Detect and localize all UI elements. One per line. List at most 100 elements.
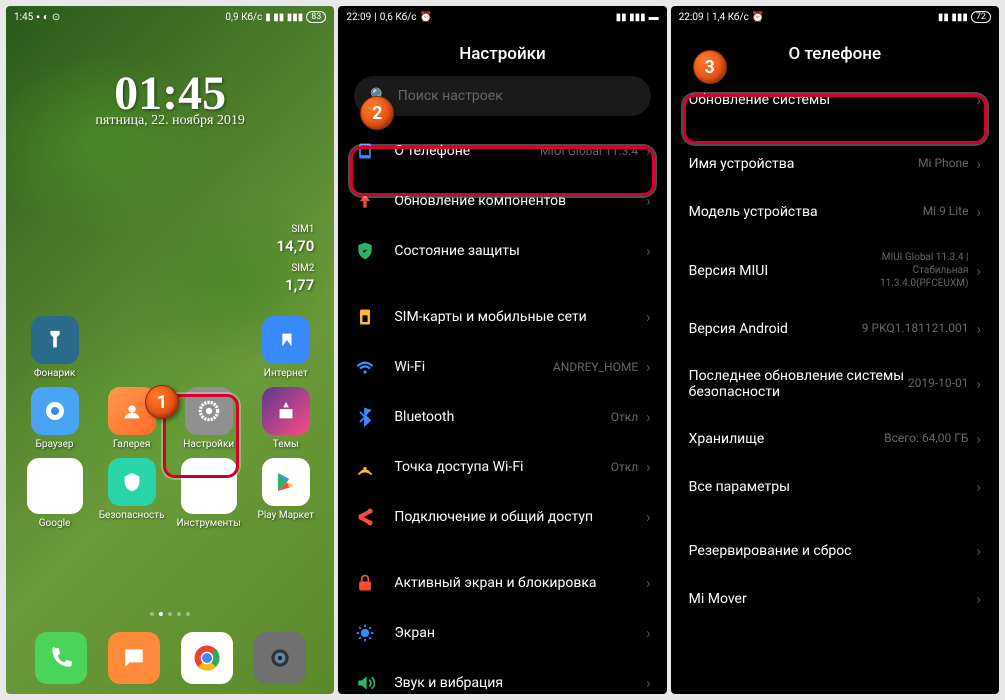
row-label: Версия MIUI: [689, 263, 829, 279]
settings-row[interactable]: Wi-FiANDREY_HOME›: [338, 342, 666, 392]
app-browser[interactable]: Браузер: [20, 387, 89, 450]
row-label: SIM-карты и мобильные сети: [394, 309, 638, 325]
chevron-right-icon: ›: [646, 242, 651, 260]
chevron-right-icon: ›: [646, 574, 651, 592]
chevron-right-icon: ›: [976, 542, 981, 560]
settings-row[interactable]: Состояние защиты ›: [338, 226, 666, 276]
settings-row[interactable]: Подключение и общий доступ›: [338, 492, 666, 542]
row-label: Модель устройства: [689, 204, 923, 220]
row-value: Откл: [611, 410, 638, 424]
camera-app[interactable]: [254, 632, 306, 684]
app-label: Инструменты: [177, 518, 241, 529]
about-row[interactable]: Версия MIUIMIUI Global 11.3.4 | Стабильн…: [671, 236, 999, 305]
settings-panel: 22:09 | 0,6 Кб/с ⏰ ▮▮ ▮▮▮ ▬ Настройки 🔍 …: [338, 6, 666, 694]
settings-row[interactable]: BluetoothОткл ›: [338, 392, 666, 442]
share-icon: [354, 506, 376, 528]
about-row[interactable]: Mi Mover›: [671, 575, 999, 623]
app-google-folder[interactable]: Google: [20, 458, 89, 529]
app-label: Темы: [273, 439, 299, 450]
settings-row[interactable]: Экран ›: [338, 608, 666, 658]
sim1-label: SIM1: [291, 224, 314, 235]
about-row[interactable]: Все параметры›: [671, 463, 999, 511]
page-indicator: [150, 612, 190, 616]
about-list: Обновление системы› Имя устройстваMi Phon…: [671, 76, 999, 623]
hotspot-icon: [354, 456, 376, 478]
chevron-right-icon: ›: [646, 458, 651, 476]
about-row[interactable]: Версия Android9 PKQ1.181121.001›: [671, 305, 999, 353]
app-internet[interactable]: Интернет: [251, 316, 320, 379]
app-label: Браузер: [36, 439, 74, 450]
row-label: Звук и вибрация: [394, 675, 638, 691]
chevron-right-icon: ›: [646, 308, 651, 326]
about-row[interactable]: Резервирование и сброс›: [671, 527, 999, 575]
app-play-store[interactable]: Play Маркет: [251, 458, 320, 529]
settings-row[interactable]: Обновление компонентов›: [338, 176, 666, 226]
about-row[interactable]: Обновление системы›: [671, 76, 999, 124]
row-label: Экран: [394, 625, 638, 641]
chevron-right-icon: ›: [976, 320, 981, 338]
flashlight-icon: [31, 316, 79, 364]
settings-row[interactable]: О телефонеMIUI Global 11.3.4›: [338, 126, 666, 176]
row-label: Подключение и общий доступ: [394, 509, 638, 525]
chevron-right-icon: ›: [646, 142, 651, 160]
about-row[interactable]: ХранилищеВсего: 64,00 ГБ›: [671, 415, 999, 463]
row-value: Mi Phone: [918, 156, 968, 172]
app-security[interactable]: Безопасность: [97, 458, 166, 529]
alarm-icon: ⏰: [420, 12, 432, 23]
chevron-right-icon: ›: [646, 674, 651, 692]
settings-row[interactable]: SIM-карты и мобильные сети ›: [338, 292, 666, 342]
row-label: Wi-Fi: [394, 359, 553, 375]
browser-icon: [31, 387, 79, 435]
app-themes[interactable]: Темы: [251, 387, 320, 450]
row-label: Последнее обновление системы безопасност…: [689, 368, 908, 400]
sim-balance-widget[interactable]: SIM114,70 SIM21,77: [277, 221, 315, 295]
chevron-right-icon: ›: [976, 430, 981, 448]
app-label: Google: [39, 518, 71, 529]
row-value: MIUI Global 11.3.4: [540, 144, 638, 158]
search-input[interactable]: 🔍 Поиск настроек: [354, 76, 650, 116]
row-label: Активный экран и блокировка: [394, 575, 638, 591]
about-row[interactable]: Модель устройстваMi 9 Lite›: [671, 188, 999, 236]
settings-row[interactable]: Звук и вибрация ›: [338, 658, 666, 694]
app-label: Интернет: [264, 368, 308, 379]
chevron-right-icon: ›: [646, 624, 651, 642]
chevron-right-icon: ›: [646, 408, 651, 426]
settings-row[interactable]: Активный экран и блокировка ›: [338, 558, 666, 608]
wifi-icon: [354, 356, 376, 378]
step-badge-2: 2: [360, 96, 394, 130]
about-row[interactable]: Имя устройстваMi Phone ›: [671, 140, 999, 188]
chevron-right-icon: ›: [976, 375, 981, 393]
alarm-icon: ⏰: [752, 12, 764, 23]
display-icon: [354, 622, 376, 644]
battery-icon: 72: [971, 11, 991, 23]
app-flashlight[interactable]: Фонарик: [20, 316, 89, 379]
search-placeholder: Поиск настроек: [398, 88, 503, 104]
dock: [6, 632, 334, 684]
chrome-app[interactable]: [181, 632, 233, 684]
shield-icon: [354, 240, 376, 262]
clock-widget[interactable]: 01:45 пятница, 22. ноября 2019: [95, 66, 244, 129]
app-settings[interactable]: Настройки: [174, 387, 243, 450]
app-label: Настройки: [183, 439, 234, 450]
page-title: Настройки: [338, 28, 666, 76]
chevron-right-icon: ›: [976, 203, 981, 221]
messages-app[interactable]: [108, 632, 160, 684]
row-value: Всего: 64,00 ГБ: [884, 431, 968, 447]
row-label: Все параметры: [689, 479, 969, 495]
row-label: Bluetooth: [394, 409, 610, 425]
about-row[interactable]: Последнее обновление системы безопасност…: [671, 353, 999, 415]
chevron-right-icon: ›: [976, 155, 981, 173]
app-grid: Фонарик Интернет Браузер Галерея Настрой…: [6, 316, 334, 529]
step-badge-1: 1: [145, 385, 179, 419]
sim-icon: [354, 306, 376, 328]
status-time: 22:09: [679, 12, 704, 23]
settings-row[interactable]: Точка доступа Wi-FiОткл›: [338, 442, 666, 492]
net-speed: 1,4 Кб/с: [712, 12, 749, 23]
phone-app[interactable]: [35, 632, 87, 684]
row-label: Состояние защиты: [394, 243, 638, 259]
row-label: Имя устройства: [689, 156, 918, 172]
app-label: Безопасность: [99, 510, 165, 521]
app-tools-folder[interactable]: Инструменты: [174, 458, 243, 529]
settings-list: О телефонеMIUI Global 11.3.4›Обновление …: [338, 126, 666, 694]
app-label: Play Маркет: [258, 510, 315, 521]
